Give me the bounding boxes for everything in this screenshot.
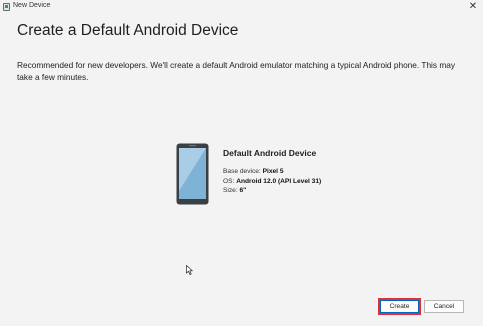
phone-icon (176, 143, 209, 205)
app-icon (3, 3, 10, 11)
os-spec: OS: Android 12.0 (API Level 31) (223, 178, 321, 185)
window-title: New Device (13, 2, 51, 9)
mouse-cursor-icon (186, 265, 193, 275)
size-spec: Size: 6" (223, 187, 246, 194)
base-device-spec: Base device: Pixel 5 (223, 168, 284, 175)
os-label: OS: (223, 178, 237, 185)
device-summary: Default Android Device Base device: Pixe… (176, 140, 396, 210)
create-button[interactable]: Create (378, 298, 421, 315)
device-name: Default Android Device (223, 148, 317, 158)
page-title: Create a Default Android Device (17, 22, 239, 39)
title-bar: New Device ✕ (0, 0, 483, 14)
os-value: Android 12.0 (API Level 31) (236, 178, 322, 185)
page-description: Recommended for new developers. We'll cr… (17, 60, 456, 82)
cancel-button[interactable]: Cancel (424, 300, 464, 313)
base-device-value: Pixel 5 (262, 168, 284, 175)
base-device-label: Base device: (223, 168, 263, 175)
close-button[interactable]: ✕ (467, 1, 479, 13)
size-label: Size: (223, 187, 240, 194)
size-value: 6" (239, 187, 247, 194)
new-device-window: New Device ✕ Create a Default Android De… (0, 0, 483, 326)
